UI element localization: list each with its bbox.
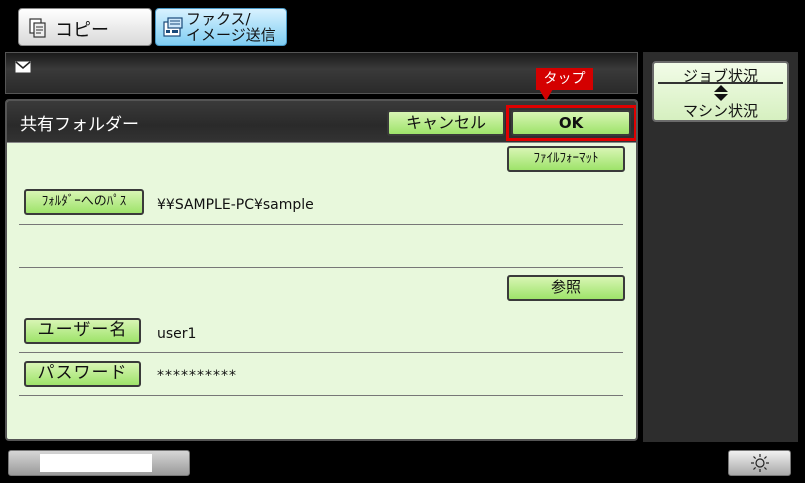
right-status-panel: ジョブ状況 マシン状況 <box>643 52 798 442</box>
cancel-button[interactable]: キャンセル <box>387 110 505 136</box>
copy-tab-label: コピー <box>55 20 109 41</box>
fax-image-send-tab[interactable]: ファクス/ イメージ送信 <box>155 8 287 46</box>
user-name-value: user1 <box>157 326 197 342</box>
ok-button[interactable]: OK <box>511 110 631 136</box>
divider <box>19 224 623 225</box>
divider <box>19 352 623 353</box>
divider <box>19 395 623 396</box>
mail-icon <box>15 61 31 73</box>
user-name-button[interactable]: ユーザー名 <box>24 318 141 344</box>
tap-callout-pointer <box>539 89 553 101</box>
brightness-button[interactable] <box>728 450 791 476</box>
copy-mode-tab[interactable]: コピー <box>18 8 152 46</box>
folder-path-value: ¥¥SAMPLE-PC¥sample <box>157 197 314 213</box>
sun-icon <box>751 454 769 472</box>
browse-button[interactable]: 参照 <box>507 275 625 301</box>
folder-path-button[interactable]: ﾌｫﾙﾀﾞｰへのﾊﾟｽ <box>24 189 144 215</box>
tap-callout: タップ <box>536 68 593 90</box>
up-down-arrow-icon <box>713 85 728 101</box>
machine-status-label: マシン状況 <box>682 102 758 120</box>
password-button[interactable]: パスワード <box>24 361 141 387</box>
fax-tab-label-line2: イメージ送信 <box>186 26 276 44</box>
fax-icon <box>163 17 183 37</box>
copy-icon <box>29 18 46 38</box>
bottom-left-control[interactable] <box>8 450 190 476</box>
password-value: ********** <box>157 368 237 384</box>
job-machine-status-button[interactable]: ジョブ状況 マシン状況 <box>652 61 789 122</box>
dialog-title: 共有フォルダー <box>20 115 139 135</box>
divider <box>19 267 623 268</box>
bottom-left-display <box>40 454 152 472</box>
shared-folder-dialog: 共有フォルダー キャンセル OK ﾌｧｲﾙﾌｫｰﾏｯﾄ ﾌｫﾙﾀﾞｰへのﾊﾟｽ … <box>5 99 638 441</box>
job-status-underline <box>658 82 783 84</box>
dialog-header: 共有フォルダー キャンセル OK <box>7 101 636 143</box>
file-format-button[interactable]: ﾌｧｲﾙﾌｫｰﾏｯﾄ <box>507 146 625 172</box>
fax-tab-label: ファクス/ イメージ送信 <box>186 11 282 43</box>
